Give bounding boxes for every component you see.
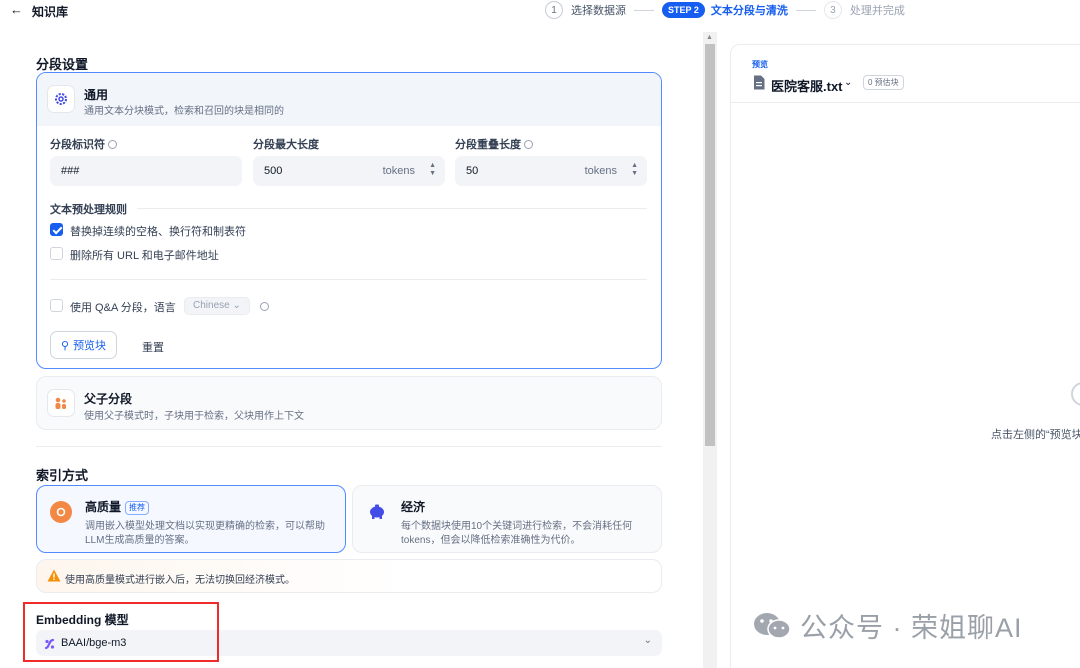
divider [137, 208, 647, 209]
highlight-annotation-box [23, 602, 219, 662]
separator-value: ### [61, 165, 80, 177]
rule2-checkbox[interactable] [50, 247, 63, 260]
max-length-value: 500 [264, 165, 283, 177]
high-quality-title: 高质量 推荐 [85, 498, 150, 515]
stepper: 1 选择数据源 STEP 2 文本分段与清洗 3 处理并完成 [545, 1, 905, 19]
language-select[interactable]: Chinese ⌄ [184, 297, 250, 315]
parent-child-title: 父子分段 [84, 392, 133, 406]
preprocess-title: 文本预处理规则 [50, 204, 127, 216]
info-icon[interactable] [108, 139, 117, 149]
index-method-title: 索引方式 [36, 468, 89, 483]
reset-button[interactable]: 重置 [142, 339, 164, 355]
step-3-label: 处理并完成 [849, 5, 905, 17]
scrollbar-thumb[interactable] [705, 44, 715, 446]
divider [731, 102, 1080, 103]
chevron-down-icon[interactable]: ⌄ [844, 77, 852, 88]
parent-child-icon [47, 389, 75, 417]
scroll-up-arrow-icon[interactable]: ▲ [706, 34, 713, 41]
preview-label: 预览 [752, 60, 768, 69]
step-1-label: 选择数据源 [571, 5, 626, 17]
segment-settings-title: 分段设置 [36, 57, 89, 72]
watermark: 公众号 · 荣姐聊AI [752, 606, 1023, 645]
high-quality-card[interactable]: 高质量 推荐 调用嵌入模型处理文档以实现更精确的检索，可以帮助 LLM生成高质量的… [36, 485, 346, 553]
parent-child-desc: 使用父子模式时，子块用于检索，父块用作上下文 [84, 411, 304, 422]
stepper-arrows-icon[interactable]: ▲ ▼ [429, 162, 436, 178]
preview-pane: 预览 医院客服.txt ⌄ 0 预估块 点击左侧的“预览块 [730, 44, 1080, 668]
economy-desc-1: 每个数据块使用10个关键词进行检索，不会消耗任何 [401, 521, 633, 532]
estimated-chunks-badge: 0 预估块 [863, 75, 904, 90]
overlap-label: 分段重叠长度 [455, 136, 533, 152]
overlap-input[interactable]: 50 tokens ▲ ▼ [455, 156, 647, 186]
arrow-left-icon[interactable]: ← [10, 2, 23, 17]
wechat-icon [754, 612, 791, 639]
divider [50, 279, 647, 280]
qa-checkbox[interactable] [50, 299, 63, 312]
step-connector [795, 9, 816, 11]
warning-text: 使用高质量模式进行嵌入后，无法切换回经济模式。 [65, 575, 295, 586]
step-connector [634, 9, 654, 11]
search-icon [1071, 382, 1080, 406]
overlap-value: 50 [466, 165, 479, 177]
gear-icon [47, 85, 75, 113]
general-mode-header[interactable]: 通用 通用文本分块模式，检索和召回的块是相同的 [37, 73, 661, 126]
high-quality-desc-1: 调用嵌入模型处理文档以实现更精确的检索，可以帮助 [85, 521, 325, 532]
recommended-badge: 推荐 [125, 500, 150, 515]
divider [36, 446, 662, 447]
rule1-checkbox[interactable] [50, 223, 63, 236]
step-3-number: 3 [823, 1, 842, 19]
file-icon [753, 75, 765, 95]
max-length-input[interactable]: 500 tokens ▲ ▼ [253, 156, 445, 186]
info-icon[interactable] [260, 302, 269, 311]
high-quality-icon [50, 501, 72, 523]
qa-label[interactable]: 使用 Q&A 分段，语言 [70, 299, 176, 315]
chevron-down-icon: ⌄ [643, 635, 652, 646]
general-mode-card[interactable]: 通用 通用文本分块模式，检索和召回的块是相同的 分段标识符 ### 分段最大长度… [36, 72, 662, 369]
economy-desc-2: tokens，但会以降低检索准确性为代价。 [401, 535, 581, 546]
preview-file-name[interactable]: 医院客服.txt [771, 76, 843, 95]
high-quality-desc-2: LLM生成高质量的答案。 [85, 535, 195, 546]
separator-label: 分段标识符 [50, 136, 117, 152]
search-icon: ⚲ [61, 339, 70, 352]
overlap-unit: tokens [584, 165, 617, 177]
step-2-badge: STEP 2 [662, 2, 705, 18]
rule2-label[interactable]: 删除所有 URL 和电子邮件地址 [70, 247, 219, 263]
piggy-bank-icon [366, 500, 388, 527]
step-1-number: 1 [545, 1, 563, 19]
max-length-unit: tokens [382, 165, 415, 177]
preview-hint: 点击左侧的“预览块 [991, 429, 1080, 441]
info-icon[interactable] [524, 139, 533, 149]
separator-input[interactable]: ### [50, 156, 242, 186]
page-title: 知识库 [32, 5, 69, 19]
stepper-arrows-icon[interactable]: ▲ ▼ [631, 162, 638, 178]
mode-warning: 使用高质量模式进行嵌入后，无法切换回经济模式。 [36, 559, 662, 593]
vertical-scrollbar[interactable]: ▲ [703, 32, 717, 668]
parent-child-mode-card[interactable]: 父子分段 使用父子模式时，子块用于检索，父块用作上下文 [36, 376, 662, 430]
general-mode-desc: 通用文本分块模式，检索和召回的块是相同的 [84, 106, 284, 117]
step-2-label: 文本分段与清洗 [710, 5, 788, 17]
economy-title: 经济 [401, 500, 426, 514]
max-length-label: 分段最大长度 [253, 139, 319, 151]
economy-card[interactable]: 经济 每个数据块使用10个关键词进行检索，不会消耗任何 tokens，但会以降低… [352, 485, 662, 553]
top-bar: ← 知识库 1 选择数据源 STEP 2 文本分段与清洗 3 处理并完成 [0, 0, 1080, 22]
general-mode-title: 通用 [84, 88, 109, 102]
preview-chunks-button[interactable]: ⚲ 预览块 [50, 331, 118, 359]
settings-pane: 分段设置 通用 通用文本分块模式，检索和召回的块是相同的 分段标识符 ### 分… [0, 32, 703, 668]
warning-icon [47, 569, 61, 587]
rule1-label[interactable]: 替换掉连续的空格、换行符和制表符 [70, 223, 246, 239]
